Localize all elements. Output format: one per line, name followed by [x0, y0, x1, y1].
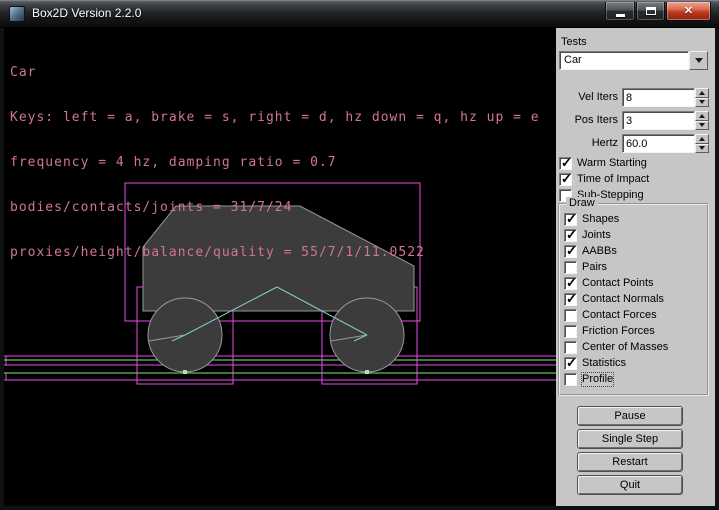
arrow-down-icon — [699, 146, 705, 150]
quit-button[interactable]: Quit — [577, 475, 683, 495]
pos-iters-input[interactable] — [622, 111, 695, 130]
arrow-up-icon — [699, 91, 705, 95]
profile-checkbox[interactable] — [564, 373, 577, 386]
vel-iters-spinner — [695, 88, 709, 107]
tests-dropdown[interactable]: Car — [559, 51, 689, 70]
center-of-masses-label: Center of Masses — [582, 341, 668, 354]
vel-iters-label: Vel Iters — [556, 88, 618, 107]
aabbs-checkbox[interactable] — [564, 245, 577, 258]
maximize-button[interactable] — [636, 2, 665, 21]
arrow-up-icon — [699, 114, 705, 118]
aabbs-label: AABBs — [582, 245, 617, 258]
app-icon — [9, 6, 25, 22]
pos-iters-label: Pos Iters — [556, 111, 618, 130]
hertz-row: Hertz — [556, 134, 715, 153]
vel-iters-row: Vel Iters — [556, 88, 715, 107]
titlebar[interactable]: Box2D Version 2.2.0 ✕ — [0, 0, 719, 28]
statistics-checkbox[interactable] — [564, 357, 577, 370]
pairs-checkbox[interactable] — [564, 261, 577, 274]
spinner-down-button[interactable] — [695, 144, 709, 154]
keys-help-text: Keys: left = a, brake = s, right = d, hz… — [10, 110, 540, 125]
contact-normals-checkbox[interactable] — [564, 293, 577, 306]
contact-forces-checkbox[interactable] — [564, 309, 577, 322]
pairs-label: Pairs — [582, 261, 607, 274]
restart-button[interactable]: Restart — [577, 452, 683, 472]
frequency-text: frequency = 4 hz, damping ratio = 0.7 — [10, 155, 540, 170]
joints-label: Joints — [582, 229, 611, 242]
arrow-up-icon — [699, 137, 705, 141]
contact-forces-label: Contact Forces — [582, 309, 657, 322]
control-panel: Tests Car Vel Iters Pos Iters — [556, 28, 715, 506]
maximize-icon — [646, 7, 656, 15]
pos-iters-row: Pos Iters — [556, 111, 715, 130]
single-step-button[interactable]: Single Step — [577, 429, 683, 449]
simulation-canvas[interactable]: Car Keys: left = a, brake = s, right = d… — [4, 28, 556, 506]
proxies-stats-text: proxies/height/balance/quality = 55/7/1/… — [10, 245, 540, 260]
hertz-spinner — [695, 134, 709, 153]
friction-forces-checkbox[interactable] — [564, 325, 577, 338]
pause-button[interactable]: Pause — [577, 406, 683, 426]
bodies-stats-text: bodies/contacts/joints = 31/7/24 — [10, 200, 540, 215]
shapes-checkbox[interactable] — [564, 213, 577, 226]
spinner-down-button[interactable] — [695, 121, 709, 131]
draw-group-title: Draw — [566, 197, 598, 210]
warm-starting-label: Warm Starting — [577, 157, 647, 170]
ground-edges — [4, 360, 556, 373]
window-content: Car Keys: left = a, brake = s, right = d… — [4, 28, 715, 506]
window-title: Box2D Version 2.2.0 — [32, 0, 141, 27]
spinner-up-button[interactable] — [695, 111, 709, 121]
hertz-input[interactable] — [622, 134, 695, 153]
joints-checkbox[interactable] — [564, 229, 577, 242]
arrow-down-icon — [699, 100, 705, 104]
minimize-button[interactable] — [605, 2, 635, 21]
debug-text-overlay: Car Keys: left = a, brake = s, right = d… — [10, 35, 540, 290]
arrow-down-icon — [699, 123, 705, 127]
window-controls: ✕ — [605, 2, 711, 21]
profile-label: Profile — [582, 373, 613, 386]
contact-normals-label: Contact Normals — [582, 293, 664, 306]
close-button[interactable]: ✕ — [666, 2, 711, 21]
test-title-text: Car — [10, 65, 540, 80]
minimize-icon — [616, 14, 625, 17]
time-of-impact-checkbox[interactable] — [559, 173, 572, 186]
tests-label: Tests — [561, 36, 587, 48]
center-of-masses-checkbox[interactable] — [564, 341, 577, 354]
tests-dropdown-button[interactable] — [689, 51, 708, 70]
contact-points-checkbox[interactable] — [564, 277, 577, 290]
app-window: Box2D Version 2.2.0 ✕ — [0, 0, 719, 510]
spinner-up-button[interactable] — [695, 134, 709, 144]
spinner-up-button[interactable] — [695, 88, 709, 98]
vel-iters-input[interactable] — [622, 88, 695, 107]
hertz-label: Hertz — [556, 134, 618, 153]
friction-forces-label: Friction Forces — [582, 325, 655, 338]
close-icon: ✕ — [684, 6, 693, 17]
warm-starting-checkbox[interactable] — [559, 157, 572, 170]
time-of-impact-label: Time of Impact — [577, 173, 649, 186]
chevron-down-icon — [695, 58, 703, 63]
statistics-label: Statistics — [582, 357, 626, 370]
spinner-down-button[interactable] — [695, 98, 709, 108]
pos-iters-spinner — [695, 111, 709, 130]
contact-points-label: Contact Points — [582, 277, 654, 290]
shapes-label: Shapes — [582, 213, 619, 226]
draw-group: Draw Shapes Joints AABBs Pairs — [558, 203, 709, 396]
